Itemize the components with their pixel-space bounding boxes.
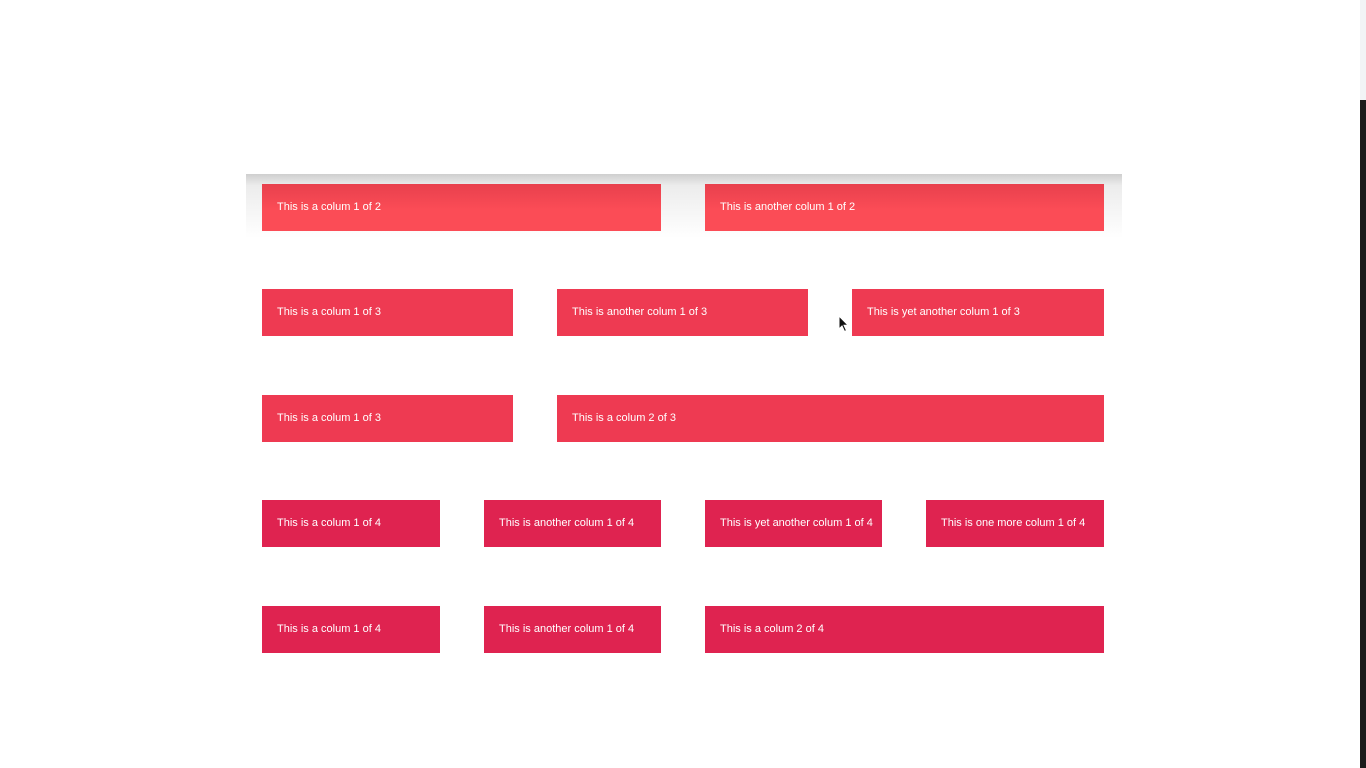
grid-column: This is a colum 1 of 3 [262,395,513,442]
page-viewport: This is a colum 1 of 2 This is another c… [0,0,1366,768]
grid-column: This is a colum 1 of 4 [262,500,440,547]
grid-column: This is another colum 1 of 3 [557,289,808,336]
grid-row-halves: This is a colum 1 of 2 This is another c… [262,184,1104,231]
grid-column: This is a colum 1 of 2 [262,184,661,231]
window-edge [1360,100,1366,768]
grid-row-thirds: This is a colum 1 of 3 This is another c… [262,289,1104,336]
grid-column: This is a colum 1 of 3 [262,289,513,336]
grid-column: This is a colum 2 of 3 [557,395,1104,442]
grid-column: This is a colum 1 of 4 [262,606,440,653]
grid-column: This is one more colum 1 of 4 [926,500,1104,547]
grid-row-quarters: This is a colum 1 of 4 This is another c… [262,500,1104,547]
grid-column: This is another colum 1 of 4 [484,606,661,653]
window-edge-top [1360,0,1366,100]
grid-column: This is a colum 2 of 4 [705,606,1104,653]
grid-row-one-and-two-thirds: This is a colum 1 of 3 This is a colum 2… [262,395,1104,442]
grid-column: This is yet another colum 1 of 3 [852,289,1104,336]
grid-column: This is another colum 1 of 2 [705,184,1104,231]
grid-row-quarters-and-half: This is a colum 1 of 4 This is another c… [262,606,1104,653]
column-grid: This is a colum 1 of 2 This is another c… [262,0,1104,768]
grid-column: This is yet another colum 1 of 4 [705,500,882,547]
grid-column: This is another colum 1 of 4 [484,500,661,547]
